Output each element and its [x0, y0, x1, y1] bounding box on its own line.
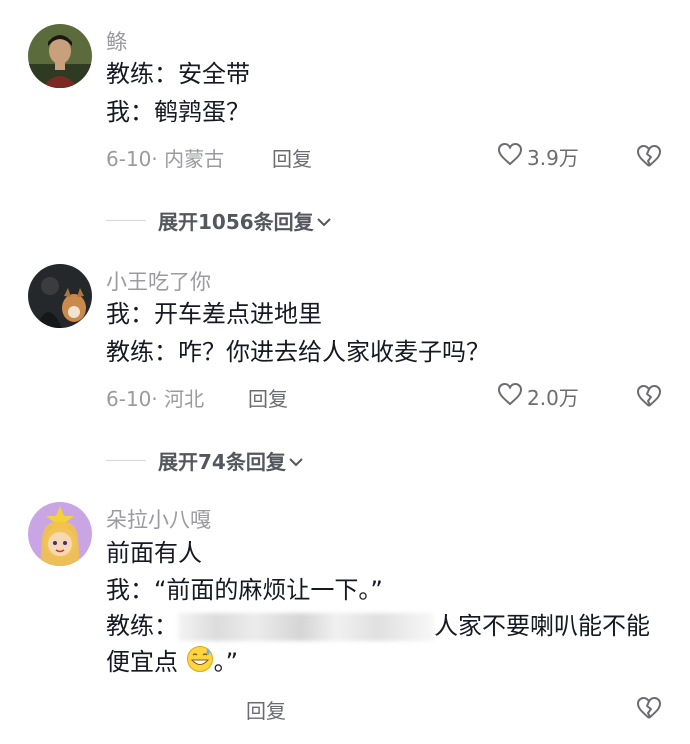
grinning-sweat-emoji	[186, 645, 214, 681]
dislike-button[interactable]	[636, 384, 662, 412]
expand-replies-label: 展开74条回复	[158, 450, 286, 474]
comment-text-line: 教练：咋？你进去给人家收麦子吗？	[106, 338, 490, 366]
dislike-button[interactable]	[636, 696, 662, 724]
comment-item: 鲦 教练：安全带 我：鹌鹑蛋？ 6-10· 内蒙古 回复 3.9万 展开1056…	[0, 0, 690, 240]
comment-text-fragment: 人家不要喇叭能不能	[434, 612, 650, 640]
comment-date-location: 6-10· 内蒙古	[106, 147, 225, 171]
reply-button[interactable]: 回复	[246, 695, 286, 724]
divider	[106, 459, 146, 462]
like-button[interactable]: 2.0万	[497, 382, 579, 411]
comment-text-prefix: 教练：	[106, 612, 178, 640]
comment-item: 小王吃了你 我：开车差点进地里 教练：咋？你进去给人家收麦子吗？ 6-10· 河…	[0, 240, 690, 480]
blurred-text-region	[178, 613, 434, 641]
like-button[interactable]: 3.9万	[497, 142, 579, 171]
comment-text-line: 我：开车差点进地里	[106, 300, 322, 328]
broken-heart-icon	[636, 145, 662, 172]
username[interactable]: 鲦	[106, 26, 127, 56]
comment-text-fragment: 便宜点	[106, 648, 178, 676]
expand-replies-button[interactable]: 展开74条回复	[106, 446, 304, 475]
reply-button[interactable]: 回复	[248, 383, 288, 412]
comment-text-line: 前面有人	[106, 539, 202, 567]
chevron-down-icon	[316, 209, 332, 233]
comment-text-fragment: 。”	[213, 648, 239, 676]
broken-heart-icon	[636, 697, 662, 724]
comment-text-line: 我：“前面的麻烦让一下。”	[106, 576, 383, 604]
username[interactable]: 小王吃了你	[106, 266, 211, 296]
dislike-button[interactable]	[636, 144, 662, 172]
expand-replies-button[interactable]: 展开1056条回复	[106, 206, 332, 235]
avatar[interactable]	[28, 502, 92, 566]
comment-text-line: 便宜点 。”	[106, 645, 238, 681]
comment-date-location: 6-10· 河北	[106, 387, 205, 411]
broken-heart-icon	[636, 385, 662, 412]
divider	[106, 219, 146, 222]
avatar[interactable]	[28, 264, 92, 328]
expand-replies-label: 展开1056条回复	[158, 210, 314, 234]
avatar[interactable]	[28, 24, 92, 88]
like-count: 2.0万	[527, 386, 579, 410]
username[interactable]: 朵拉小八嘎	[106, 504, 211, 534]
chevron-down-icon	[288, 449, 304, 473]
reply-button[interactable]: 回复	[272, 143, 312, 172]
like-count: 3.9万	[527, 146, 579, 170]
comment-item: 朵拉小八嘎 前面有人 我：“前面的麻烦让一下。” 教练： 人家不要喇叭能不能 便宜…	[0, 480, 690, 744]
comment-text-line: 我：鹌鹑蛋？	[106, 98, 250, 126]
heart-outline-icon	[497, 382, 523, 411]
heart-outline-icon	[497, 142, 523, 171]
comment-text-line: 教练： 人家不要喇叭能不能	[106, 610, 650, 642]
comment-text-line: 教练：安全带	[106, 60, 250, 88]
